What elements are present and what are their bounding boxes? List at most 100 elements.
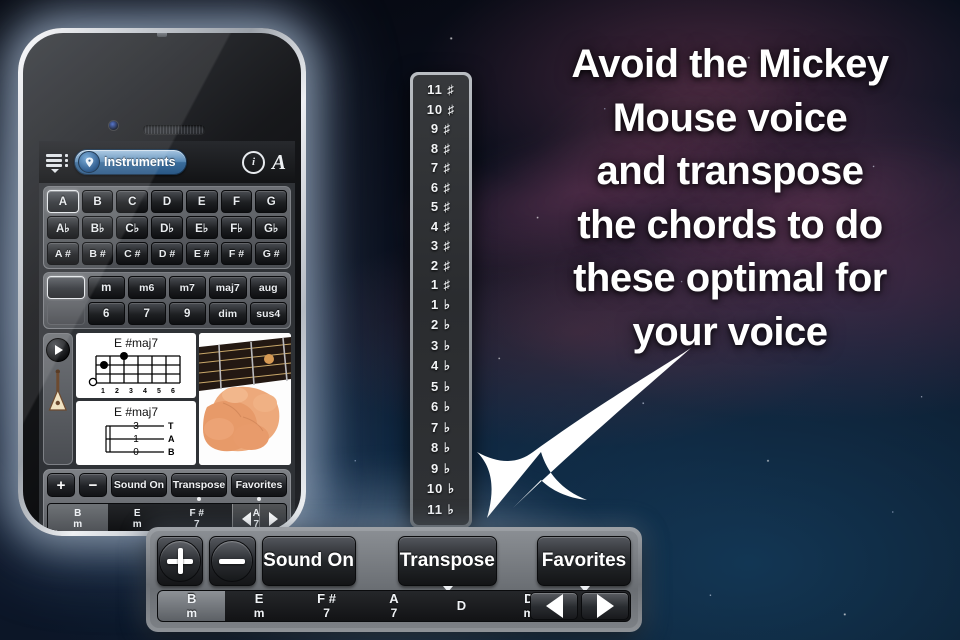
note-key-c-sharp[interactable]: C # — [116, 242, 149, 265]
chord-chip[interactable]: D — [428, 591, 495, 621]
sound-button[interactable]: Sound On — [261, 536, 356, 586]
guitar-pick-icon — [78, 151, 100, 173]
chord-type-dim[interactable]: dim — [209, 302, 247, 325]
headline-line-2: Mouse voice — [612, 95, 848, 140]
minus-button[interactable] — [209, 536, 256, 586]
phone-transpose-button[interactable]: Transpose — [171, 473, 227, 501]
phone-minus-button[interactable]: − — [79, 473, 107, 497]
font-size-icon[interactable]: A — [272, 151, 286, 173]
chord-type-major[interactable] — [47, 276, 85, 299]
transpose-popup[interactable]: 11 ♯ 10 ♯ 9 ♯ 8 ♯ 7 ♯ 6 ♯ 5 ♯ 4 ♯ 3 ♯ 2 … — [410, 72, 472, 528]
phone-chord-chip[interactable]: B m — [48, 504, 108, 531]
transpose-option[interactable]: 7 ♯ — [431, 160, 451, 175]
prev-chord-button[interactable] — [530, 592, 578, 620]
svg-text:3: 3 — [129, 388, 133, 395]
chord-type-aug[interactable]: aug — [249, 276, 287, 299]
note-key-e-flat[interactable]: E♭ — [185, 216, 218, 239]
transpose-option[interactable]: 6 ♯ — [431, 180, 451, 195]
list-icon[interactable] — [46, 152, 68, 173]
chord-chip[interactable]: E m — [225, 591, 292, 621]
transpose-option[interactable]: 11 ♭ — [427, 502, 455, 518]
transpose-option[interactable]: 4 ♯ — [431, 219, 451, 234]
note-key-e[interactable]: E — [185, 190, 218, 213]
transpose-option[interactable]: 7 ♭ — [431, 420, 451, 436]
transpose-option[interactable]: 5 ♭ — [431, 379, 451, 395]
balalaika-icon[interactable] — [47, 368, 69, 414]
note-key-c[interactable]: C — [116, 190, 149, 213]
chord-chip[interactable]: B m — [158, 591, 226, 621]
note-key-f-flat[interactable]: F♭ — [220, 216, 253, 239]
next-chord-button[interactable] — [581, 592, 629, 620]
note-key-d-sharp[interactable]: D # — [151, 242, 183, 265]
chord-root: D — [456, 597, 467, 613]
transpose-option[interactable]: 2 ♭ — [431, 317, 451, 333]
transpose-option[interactable]: 9 ♭ — [431, 461, 451, 477]
transpose-option[interactable]: 5 ♯ — [431, 199, 451, 214]
chord-type-maj7[interactable]: maj7 — [209, 276, 247, 299]
note-key-a-flat[interactable]: A♭ — [47, 216, 79, 239]
note-key-d-flat[interactable]: D♭ — [151, 216, 183, 239]
chord-type-m7[interactable]: m7 — [168, 276, 206, 299]
note-key-d[interactable]: D — [151, 190, 183, 213]
transpose-option[interactable]: 1 ♯ — [431, 277, 451, 292]
note-key-g-flat[interactable]: G♭ — [255, 216, 288, 239]
note-key-c-flat[interactable]: C♭ — [116, 216, 149, 239]
phone-sound-button[interactable]: Sound On — [111, 473, 167, 497]
transpose-option[interactable]: 1 ♭ — [431, 297, 451, 313]
chord-type-sus4[interactable]: sus4 — [249, 302, 287, 325]
svg-text:5: 5 — [157, 388, 161, 395]
note-key-f[interactable]: F — [220, 190, 253, 213]
chord-type-7[interactable]: 7 — [128, 302, 166, 325]
transpose-option[interactable]: 8 ♯ — [431, 141, 451, 156]
chord-suffix: 7 — [390, 605, 398, 620]
fretboard-diagram[interactable]: E #maj7 1 2 3 4 5 6 — [76, 333, 196, 398]
tab-chord-name: E #maj7 — [113, 405, 159, 420]
note-key-b[interactable]: B — [81, 190, 114, 213]
chord-type-6[interactable]: 6 — [87, 302, 125, 325]
transpose-option[interactable]: 9 ♯ — [431, 121, 451, 136]
favorites-button[interactable]: Favorites — [536, 536, 632, 592]
favorites-label: Favorites — [541, 550, 627, 571]
chord-root: B — [187, 591, 197, 607]
phone-favorites-button[interactable]: Favorites — [231, 473, 287, 501]
note-key-e-sharp[interactable]: E # — [185, 242, 218, 265]
chord-suffix: 7 — [323, 605, 330, 620]
chord-chip[interactable]: A 7 — [360, 591, 427, 621]
plus-button[interactable] — [157, 536, 204, 586]
note-key-b-flat[interactable]: B♭ — [81, 216, 114, 239]
transpose-option[interactable]: 2 ♯ — [431, 258, 451, 273]
transpose-option[interactable]: 10 ♯ — [427, 102, 456, 117]
transpose-option[interactable]: 6 ♭ — [431, 399, 451, 415]
instruments-button[interactable]: Instruments — [74, 149, 187, 175]
note-row-naturals: A B C D E F G — [47, 190, 288, 213]
note-key-f-sharp[interactable]: F # — [220, 242, 253, 265]
info-icon[interactable]: i — [241, 150, 265, 174]
transpose-option[interactable]: 11 ♯ — [427, 82, 455, 97]
transpose-option[interactable]: 10 ♭ — [427, 481, 455, 497]
note-key-b-sharp[interactable]: B # — [81, 242, 114, 265]
note-key-g[interactable]: G — [255, 190, 288, 213]
chord-type-m[interactable]: m — [87, 276, 125, 299]
transpose-button[interactable]: Transpose — [397, 536, 497, 592]
note-key-g-sharp[interactable]: G # — [255, 242, 288, 265]
play-icon[interactable] — [46, 338, 70, 362]
chord-type-9[interactable]: 9 — [168, 302, 206, 325]
svg-text:6: 6 — [171, 388, 175, 395]
chord-type-m6[interactable]: m6 — [128, 276, 166, 299]
phone-transpose-indicator — [197, 497, 201, 501]
transpose-option[interactable]: 3 ♯ — [431, 238, 451, 253]
chord-suffix: m — [73, 519, 83, 530]
note-key-a[interactable]: A — [47, 190, 79, 213]
svg-text:2: 2 — [115, 388, 119, 395]
phone-favorites-label: Favorites — [235, 479, 283, 491]
app-header: Instruments i A — [39, 141, 295, 183]
phone-plus-button[interactable]: + — [47, 473, 75, 497]
transpose-option[interactable]: 4 ♭ — [431, 358, 451, 374]
transpose-option[interactable]: 3 ♭ — [431, 338, 451, 354]
chord-chip[interactable]: F # 7 — [293, 591, 360, 621]
expanded-toolbar-buttons: Sound On Transpose Favorites — [157, 536, 632, 592]
transpose-option[interactable]: 8 ♭ — [431, 440, 451, 456]
chord-suffix: m — [253, 605, 265, 620]
tab-diagram[interactable]: E #maj7 310 T A B — [76, 400, 196, 465]
note-key-a-sharp[interactable]: A # — [47, 242, 79, 265]
